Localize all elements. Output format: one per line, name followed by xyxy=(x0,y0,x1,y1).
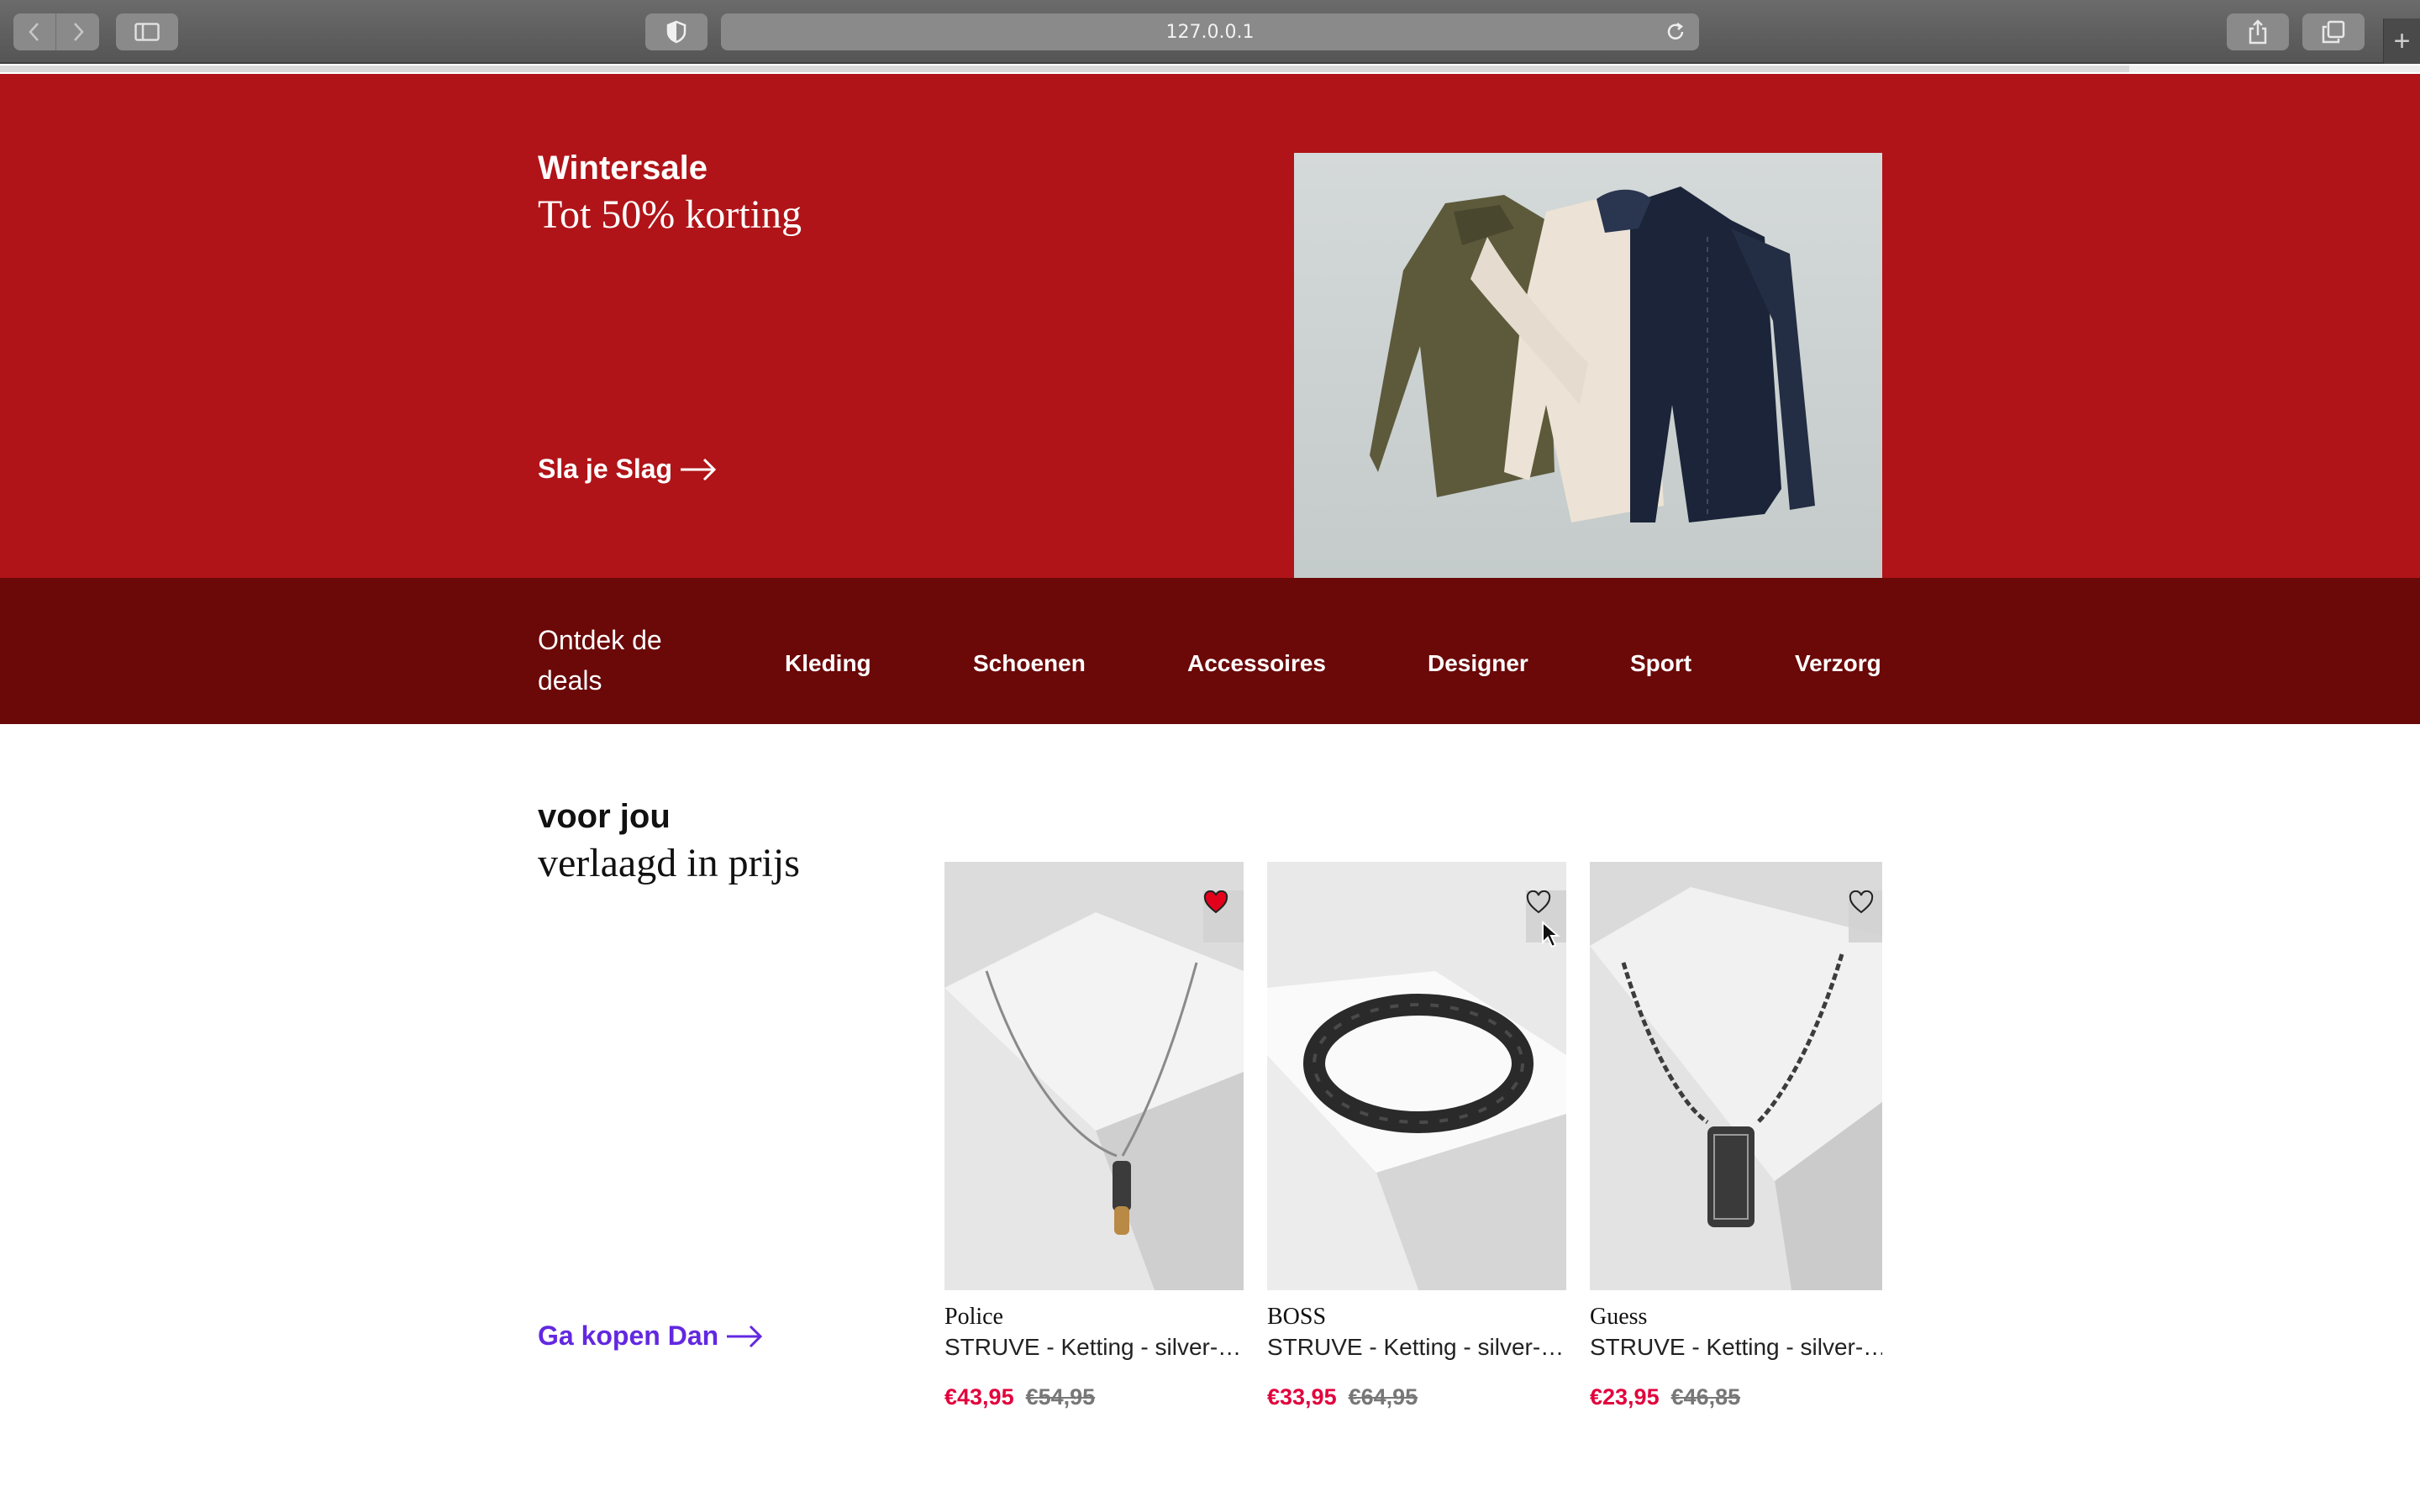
product-image[interactable] xyxy=(1590,862,1882,1290)
product-name: STRUVE - Ketting - silver-… xyxy=(1267,1334,1565,1360)
product-sale-price: €23,95 xyxy=(1590,1384,1660,1410)
forward-button[interactable] xyxy=(56,13,99,50)
product-carousel: Police STRUVE - Ketting - silver-… €43,9… xyxy=(944,862,1882,1433)
back-button[interactable] xyxy=(13,13,56,50)
hero-cta-label: Sla je Slag xyxy=(538,454,673,484)
category-link-accessoires[interactable]: Accessoires xyxy=(1187,650,1326,677)
share-icon xyxy=(2249,19,2267,45)
product-sale-price: €33,95 xyxy=(1267,1384,1337,1410)
url-text: 127.0.0.1 xyxy=(1165,21,1255,43)
category-link-verzorging[interactable]: Verzorgi xyxy=(1795,650,1882,677)
sidebar-toggle-button[interactable] xyxy=(116,13,178,50)
category-link-schoenen[interactable]: Schoenen xyxy=(973,650,1086,677)
product-sale-price: €43,95 xyxy=(944,1384,1014,1410)
page-load-progress xyxy=(0,66,2420,72)
deals-title: verlaagd in prijs xyxy=(538,841,800,885)
hero-cta-link[interactable]: Sla je Slag xyxy=(538,454,718,485)
product-name: STRUVE - Ketting - silver-… xyxy=(944,1334,1242,1360)
product-original-price: €54,95 xyxy=(1025,1384,1096,1410)
hero-jackets-image[interactable] xyxy=(1294,153,1882,578)
product-prices: €23,95 €46,85 xyxy=(1590,1384,1740,1410)
product-image[interactable] xyxy=(944,862,1244,1290)
product-brand: BOSS xyxy=(1267,1304,1327,1330)
shield-icon xyxy=(666,20,687,44)
hero-banner: Wintersale Tot 50% korting Sla je Slag xyxy=(0,74,2420,578)
heart-outline-icon xyxy=(1526,890,1551,914)
share-button[interactable] xyxy=(2227,13,2289,50)
dogtag-necklace-photo xyxy=(1590,862,1882,1290)
arrow-right-icon xyxy=(727,1325,763,1347)
mouse-pointer-icon xyxy=(1542,921,1560,948)
hero-title: Tot 50% korting xyxy=(538,192,802,237)
tabs-icon xyxy=(2322,20,2345,44)
product-prices: €43,95 €54,95 xyxy=(944,1384,1095,1410)
product-card[interactable]: BOSS STRUVE - Ketting - silver-… €33,95 … xyxy=(1267,862,1566,1433)
category-link-designer[interactable]: Designer xyxy=(1428,650,1528,677)
new-tab-button[interactable]: + xyxy=(2383,18,2420,64)
product-name: STRUVE - Ketting - silver-… xyxy=(1590,1334,1882,1360)
category-link-sport[interactable]: Sport xyxy=(1630,650,1691,677)
product-card[interactable]: Guess STRUVE - Ketting - silver-… €23,95… xyxy=(1590,862,1882,1433)
browser-toolbar: 127.0.0.1 + xyxy=(0,0,2420,64)
product-image[interactable] xyxy=(1267,862,1566,1290)
chevron-left-icon xyxy=(29,23,39,41)
sidebar-icon xyxy=(134,23,160,41)
favorite-button[interactable] xyxy=(1849,890,1882,942)
chevron-right-icon xyxy=(73,23,84,41)
product-original-price: €46,85 xyxy=(1670,1384,1741,1410)
hero-kicker: Wintersale xyxy=(538,150,708,186)
history-nav xyxy=(13,13,99,50)
heart-outline-icon xyxy=(1849,890,1874,914)
product-brand: Police xyxy=(944,1304,1003,1330)
product-prices: €33,95 €64,95 xyxy=(1267,1384,1418,1410)
deals-kicker: voor jou xyxy=(538,798,671,835)
category-nav-items: Kleding Schoenen Accessoires Designer Sp… xyxy=(538,578,1882,724)
privacy-report-button[interactable] xyxy=(645,13,708,50)
plus-icon: + xyxy=(2393,24,2411,57)
reload-icon[interactable] xyxy=(1664,20,1687,44)
tab-overview-button[interactable] xyxy=(2302,13,2365,50)
category-link-kleding[interactable]: Kleding xyxy=(785,650,871,677)
deals-cta-label: Ga kopen Dan xyxy=(538,1320,719,1351)
deals-cta-link[interactable]: Ga kopen Dan xyxy=(538,1320,764,1352)
product-card[interactable]: Police STRUVE - Ketting - silver-… €43,9… xyxy=(944,862,1244,1433)
bracelet-photo xyxy=(1267,862,1566,1290)
favorite-button[interactable] xyxy=(1203,890,1244,942)
necklace-pendant-photo xyxy=(944,862,1244,1290)
jackets-photo-illustration xyxy=(1370,186,1815,522)
arrow-right-icon xyxy=(681,458,717,480)
product-original-price: €64,95 xyxy=(1348,1384,1418,1410)
address-bar[interactable]: 127.0.0.1 xyxy=(721,13,1699,50)
product-brand: Guess xyxy=(1590,1304,1648,1330)
page-load-progress-fill xyxy=(0,66,2130,72)
heart-filled-icon xyxy=(1203,890,1228,914)
category-nav: Ontdek de deals Kleding Schoenen Accesso… xyxy=(0,578,2420,724)
